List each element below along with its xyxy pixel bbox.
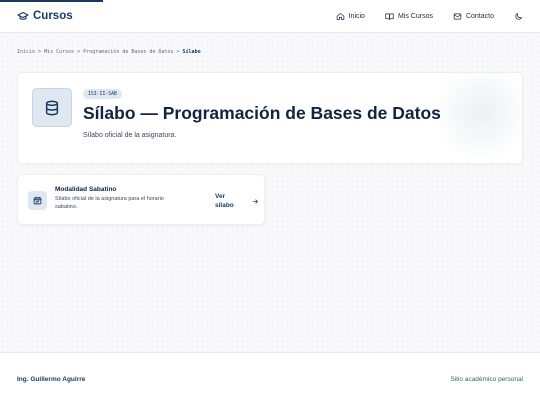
breadcrumb-item-my-courses[interactable]: Mis Cursos	[44, 49, 74, 55]
breadcrumb-separator: >	[77, 49, 81, 55]
breadcrumb-separator: >	[38, 49, 42, 55]
site-footer: Ing. Guillermo Aguirre Sitio académico p…	[0, 352, 540, 405]
breadcrumb-item-home[interactable]: Inicio	[17, 49, 35, 55]
syllabus-card-description: Sílabo oficial de la asignatura para el …	[55, 196, 164, 210]
nav-contact-label: Contacto	[465, 12, 494, 20]
moon-icon	[515, 12, 522, 20]
nav-home-label: Inicio	[348, 12, 365, 20]
nav-contact[interactable]: Contacto	[453, 12, 494, 21]
breadcrumb-separator: >	[176, 49, 180, 55]
page-title: Sílabo — Programación de Bases de Datos	[83, 103, 441, 123]
site-header: Cursos Inicio Mis Cursos Contacto	[0, 0, 540, 33]
hero-card: ISI-II-SAB Sílabo — Programación de Base…	[17, 72, 523, 164]
database-icon	[45, 100, 59, 115]
hero-icon-tile	[32, 88, 72, 127]
hero-decoration	[432, 73, 522, 163]
calendar-icon-tile	[28, 191, 47, 210]
mail-icon	[453, 13, 462, 19]
breadcrumb: Inicio > Mis Cursos > Programación de Ba…	[17, 49, 201, 55]
breadcrumb-current: Sílabo	[182, 49, 201, 55]
theme-toggle-button[interactable]	[514, 12, 523, 21]
footer-tagline: Sitio académico personal	[450, 375, 523, 383]
course-code-badge: ISI-II-SAB	[83, 89, 122, 99]
brand-link[interactable]: Cursos	[17, 10, 73, 22]
calendar-icon	[33, 196, 42, 205]
home-icon	[336, 12, 344, 20]
main-content: Inicio > Mis Cursos > Programación de Ba…	[0, 34, 540, 352]
graduation-cap-icon	[17, 11, 29, 20]
footer-author: Ing. Guillermo Aguirre	[17, 375, 86, 383]
top-accent-bar	[0, 0, 103, 2]
page-subtitle: Sílabo oficial de la asignatura.	[83, 132, 177, 139]
arrow-right-icon	[253, 198, 258, 204]
nav-my-courses[interactable]: Mis Cursos	[385, 12, 433, 21]
nav-home[interactable]: Inicio	[336, 12, 365, 21]
syllabus-card[interactable]: Modalidad Sabatino Sílabo oficial de la …	[17, 174, 265, 225]
book-open-icon	[385, 13, 394, 20]
breadcrumb-item-course[interactable]: Programación de Bases de Datos	[83, 49, 173, 55]
main-nav: Inicio Mis Cursos Contacto	[316, 12, 523, 21]
syllabus-card-title: Modalidad Sabatino	[55, 186, 117, 193]
view-syllabus-label: Ver sílabo	[215, 192, 234, 209]
nav-my-courses-label: Mis Cursos	[397, 12, 433, 20]
brand-name: Cursos	[33, 10, 73, 22]
view-syllabus-link[interactable]: Ver sílabo	[215, 190, 259, 212]
